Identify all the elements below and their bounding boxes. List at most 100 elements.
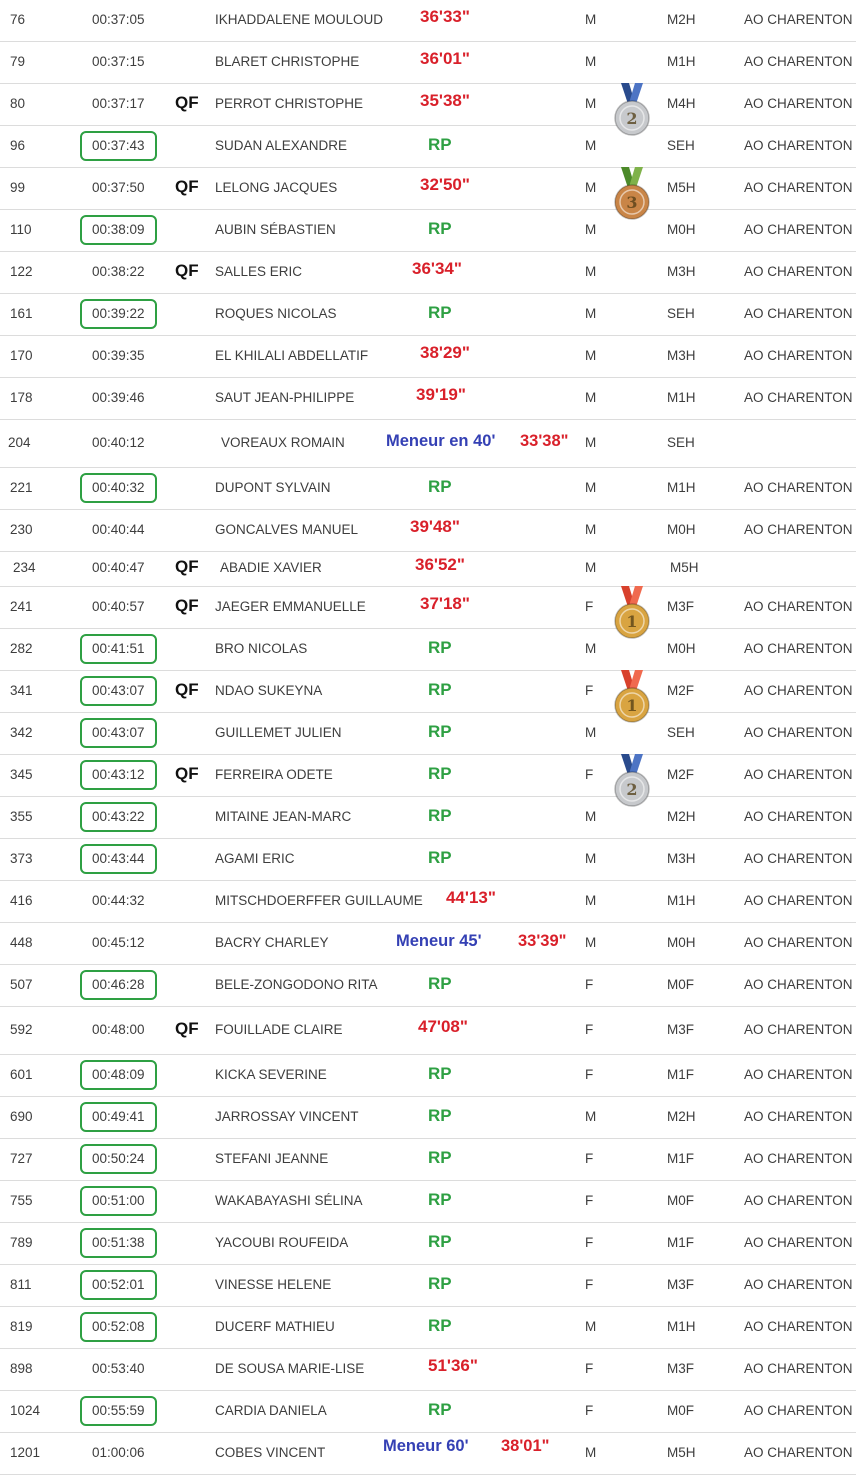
table-row: 170 00:39:35 EL KHILALI ABDELLATIF 38'29" M M… bbox=[0, 336, 856, 378]
category-cell: M3H bbox=[667, 264, 696, 279]
leader-label: Meneur en 40' bbox=[386, 432, 496, 450]
rank-cell: 230 bbox=[10, 522, 33, 537]
category-cell: M2H bbox=[667, 12, 696, 27]
category-cell: M1F bbox=[667, 1235, 694, 1250]
results-table: 76 00:37:05 IKHADDALENE MOULOUD 36'33" M M2H A… bbox=[0, 0, 856, 1475]
category-cell: M1F bbox=[667, 1151, 694, 1166]
category-cell: M0H bbox=[667, 522, 696, 537]
table-row: 122 00:38:22 QF SALLES ERIC 36'34" M M3H AO CHA… bbox=[0, 252, 856, 294]
rank-cell: 96 bbox=[10, 138, 26, 153]
athlete-name: SUDAN ALEXANDRE bbox=[215, 138, 348, 153]
table-row: 234 00:40:47 QF ABADIE XAVIER 36'52" M M5H bbox=[0, 552, 856, 587]
rank-cell: 345 bbox=[10, 767, 33, 782]
athlete-name: AUBIN SÉBASTIEN bbox=[215, 222, 336, 237]
rank-cell: 727 bbox=[10, 1151, 33, 1166]
sex-cell: M bbox=[585, 893, 597, 908]
sex-cell: M bbox=[585, 851, 597, 866]
time-cell: 00:39:22 bbox=[80, 299, 157, 329]
rank-cell: 755 bbox=[10, 1193, 33, 1208]
table-row: 789 00:51:38 YACOUBI ROUFEIDA RP F M1F AO CHAR… bbox=[0, 1223, 856, 1265]
rank-cell: 1024 bbox=[10, 1403, 41, 1418]
athlete-name: PERROT CHRISTOPHE bbox=[215, 96, 364, 111]
sex-cell: M bbox=[585, 560, 597, 575]
club-cell: AO CHARENTON bbox=[744, 641, 853, 656]
record-personnel-badge: RP bbox=[428, 1274, 452, 1293]
sex-cell: M bbox=[585, 809, 597, 824]
rank-cell: 282 bbox=[10, 641, 33, 656]
svg-text:1: 1 bbox=[626, 612, 637, 631]
sex-cell: M bbox=[585, 348, 597, 363]
table-row: 161 00:39:22 ROQUES NICOLAS RP M SEH AO CHAREN… bbox=[0, 294, 856, 336]
time-cell: 00:50:24 bbox=[80, 1144, 157, 1174]
time-cell: 00:43:07 bbox=[80, 718, 157, 748]
time-cell: 00:37:15 bbox=[92, 54, 145, 69]
club-cell: AO CHARENTON bbox=[744, 851, 853, 866]
time-cell: 00:40:32 bbox=[80, 473, 157, 503]
athlete-name: STEFANI JEANNE bbox=[215, 1151, 329, 1166]
sex-cell: M bbox=[585, 390, 597, 405]
athlete-name: DUPONT SYLVAIN bbox=[215, 480, 331, 495]
time-cell: 00:48:00 bbox=[92, 1022, 145, 1037]
table-row: 76 00:37:05 IKHADDALENE MOULOUD 36'33" M M2H A… bbox=[0, 0, 856, 42]
category-cell: M0H bbox=[667, 641, 696, 656]
record-personnel-badge: RP bbox=[428, 1148, 452, 1167]
athlete-name: WAKABAYASHI SÉLINA bbox=[215, 1193, 363, 1208]
club-cell: AO CHARENTON bbox=[744, 809, 853, 824]
rank-cell: 342 bbox=[10, 725, 33, 740]
table-row: 592 00:48:00 QF FOUILLADE CLAIRE 47'08" F M3F A… bbox=[0, 1007, 856, 1055]
club-cell: AO CHARENTON bbox=[744, 767, 853, 782]
athlete-name: SAUT JEAN-PHILIPPE bbox=[215, 390, 355, 405]
athlete-name: YACOUBI ROUFEIDA bbox=[215, 1235, 349, 1250]
performance-time: 51'36" bbox=[428, 1356, 478, 1375]
rank-cell: 79 bbox=[10, 54, 26, 69]
sex-cell: M bbox=[585, 1319, 597, 1334]
sex-cell: F bbox=[585, 1277, 594, 1292]
athlete-name: DUCERF MATHIEU bbox=[215, 1319, 335, 1334]
record-personnel-badge: RP bbox=[428, 1316, 452, 1335]
rank-cell: 789 bbox=[10, 1235, 33, 1250]
category-cell: M1F bbox=[667, 1067, 694, 1082]
club-cell: AO CHARENTON bbox=[744, 390, 853, 405]
record-personnel-badge: RP bbox=[428, 806, 452, 825]
sex-cell: M bbox=[585, 1109, 597, 1124]
category-cell: M3F bbox=[667, 1022, 694, 1037]
time-cell: 00:40:47 bbox=[92, 560, 145, 575]
record-personnel-badge: RP bbox=[428, 135, 452, 154]
club-cell: AO CHARENTON bbox=[744, 1403, 853, 1418]
table-row: 341 00:43:07 QF NDAO SUKEYNA RP F M2F AO CHAREN… bbox=[0, 670, 856, 723]
svg-text:3: 3 bbox=[626, 193, 637, 212]
club-cell: AO CHARENTON bbox=[744, 1235, 853, 1250]
performance-time: 36'34" bbox=[412, 259, 462, 278]
category-cell: M5H bbox=[667, 180, 696, 195]
athlete-name: GUILLEMET JULIEN bbox=[215, 725, 342, 740]
rank-cell: 811 bbox=[10, 1277, 32, 1292]
qf-marker: QF bbox=[175, 596, 199, 615]
time-cell: 00:37:05 bbox=[92, 12, 145, 27]
time-cell: 00:52:08 bbox=[80, 1312, 157, 1342]
sex-cell: F bbox=[585, 1022, 594, 1037]
time-cell: 00:52:01 bbox=[80, 1270, 157, 1300]
rank-cell: 241 bbox=[10, 599, 33, 614]
club-cell: AO CHARENTON bbox=[744, 138, 853, 153]
athlete-name: IKHADDALENE MOULOUD bbox=[215, 12, 384, 27]
rank-cell: 170 bbox=[10, 348, 33, 363]
sex-cell: M bbox=[585, 180, 597, 195]
record-personnel-badge: RP bbox=[428, 1106, 452, 1125]
leader-pace-time: 33'39" bbox=[518, 932, 567, 950]
time-cell: 00:55:59 bbox=[80, 1396, 157, 1426]
club-cell: AO CHARENTON bbox=[744, 1319, 853, 1334]
performance-time: 47'08" bbox=[418, 1017, 468, 1036]
club-cell: AO CHARENTON bbox=[744, 1277, 853, 1292]
category-cell: M1H bbox=[667, 390, 696, 405]
category-cell: SEH bbox=[667, 435, 695, 450]
record-personnel-badge: RP bbox=[428, 680, 452, 699]
svg-text:2: 2 bbox=[626, 780, 637, 799]
club-cell: AO CHARENTON bbox=[744, 222, 853, 237]
athlete-name: BACRY CHARLEY bbox=[215, 935, 329, 950]
category-cell: M3F bbox=[667, 599, 694, 614]
category-cell: M3F bbox=[667, 1361, 694, 1376]
rank-cell: 161 bbox=[10, 306, 33, 321]
athlete-name: SALLES ERIC bbox=[215, 264, 303, 279]
performance-time: 44'13" bbox=[446, 888, 496, 907]
category-cell: M1H bbox=[667, 1319, 696, 1334]
